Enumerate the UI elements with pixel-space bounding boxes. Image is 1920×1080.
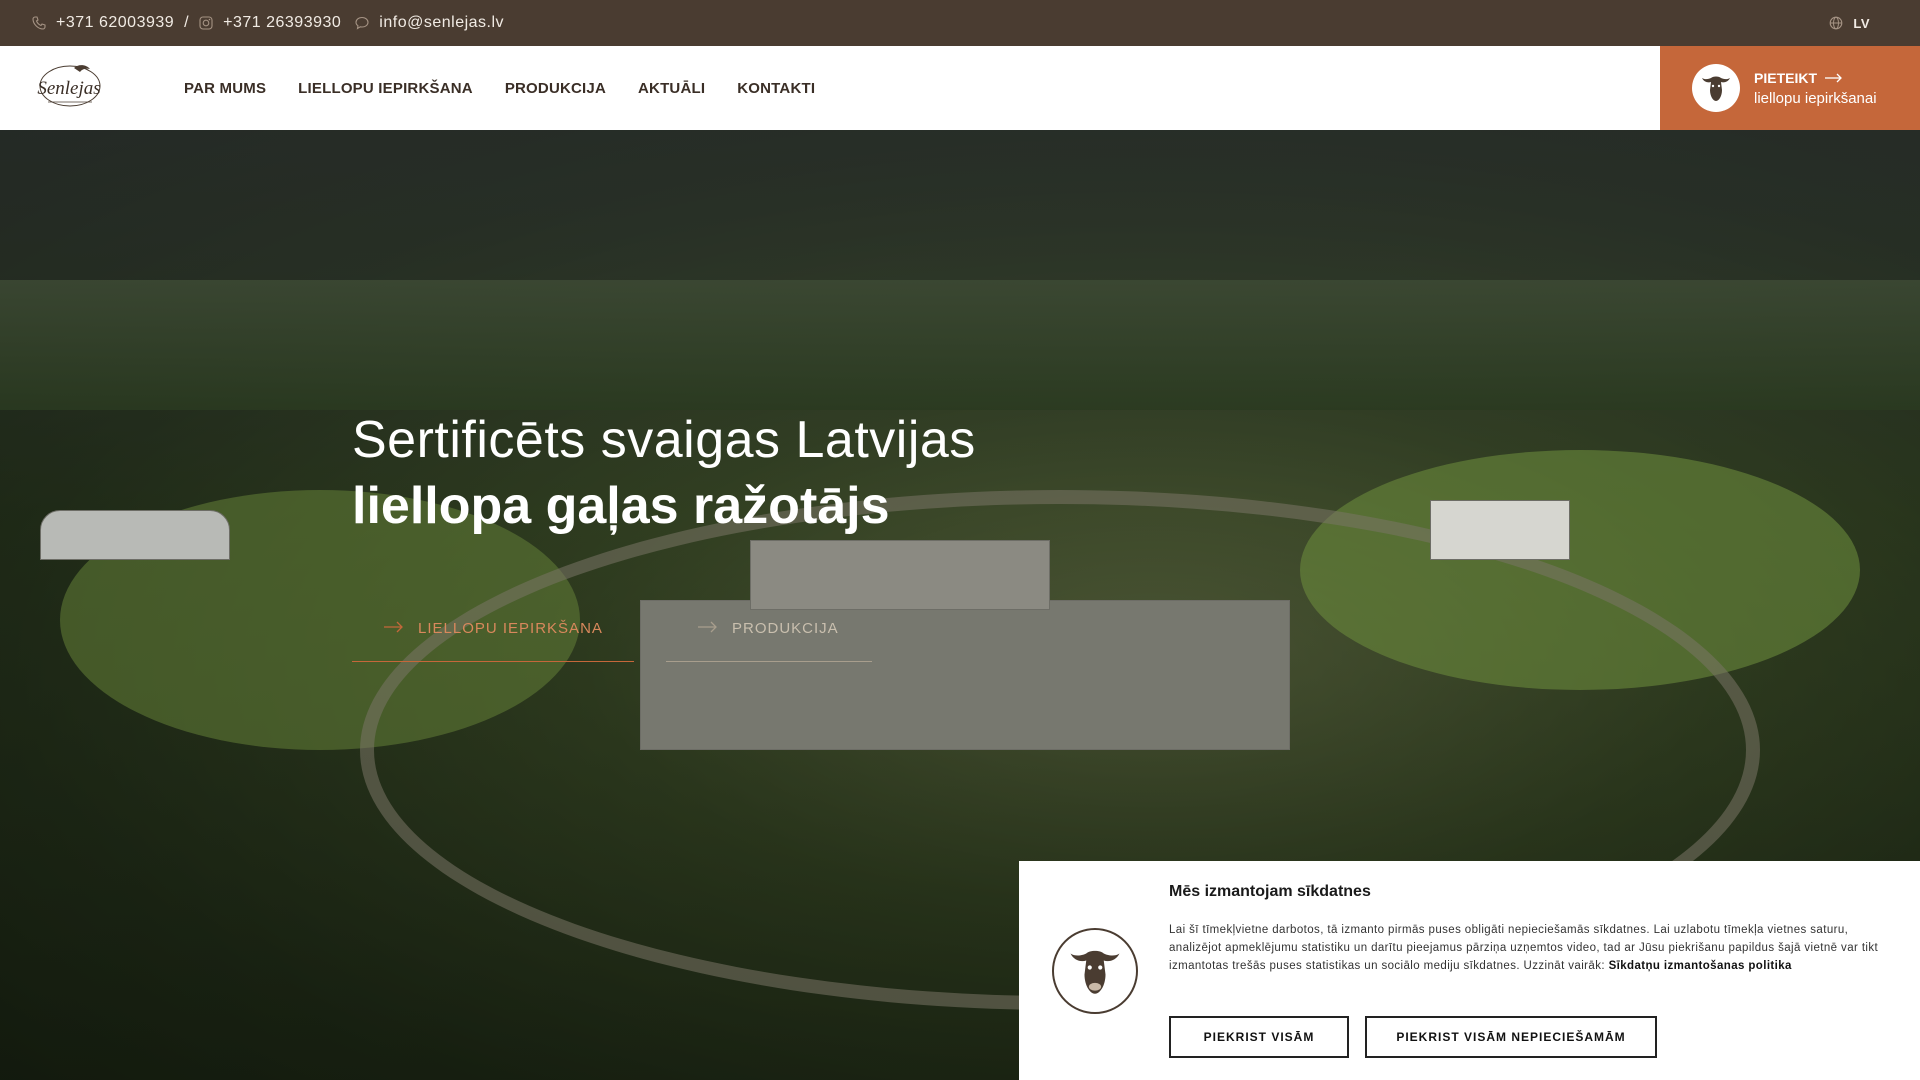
phone-icon: [32, 16, 46, 30]
phone-contact[interactable]: +371 62003939: [32, 14, 174, 32]
hero-link-liellopu-iepirksana[interactable]: LIELLOPU IEPIRKŠANA: [352, 620, 634, 662]
nav-item-liellopu-iepirksana[interactable]: LIELLOPU IEPIRKŠANA: [298, 80, 473, 97]
cta-title-row: PIETEIKT: [1754, 70, 1877, 86]
cookie-banner: Mēs izmantojam sīkdatnes Lai šī tīmekļvi…: [1019, 861, 1920, 1080]
phone-number-1[interactable]: +371 62003939: [56, 14, 174, 32]
email-contact[interactable]: info@senlejas.lv: [355, 14, 504, 32]
hero-headline-line1: Sertificēts svaigas Latvijas: [352, 411, 976, 469]
instagram-icon: [199, 16, 213, 30]
hero-link-1-label: LIELLOPU IEPIRKŠANA: [418, 620, 603, 637]
hero-building-2: [750, 540, 1050, 610]
nav-item-kontakti[interactable]: KONTAKTI: [737, 80, 815, 97]
cta-subtitle: liellopu iepirkšanai: [1754, 89, 1877, 107]
hero-link-2-label: PRODUKCIJA: [732, 620, 839, 637]
arrow-right-icon: [698, 620, 718, 637]
main-nav: PAR MUMS LIELLOPU IEPIRKŠANA PRODUKCIJA …: [184, 80, 815, 97]
hero-headline: Sertificēts svaigas Latvijas liellopa ga…: [352, 410, 976, 536]
chat-icon: [355, 16, 369, 30]
top-contact-bar: +371 62003939 / +371 26393930 info@senle…: [0, 0, 1920, 46]
email-link[interactable]: info@senlejas.lv: [379, 14, 504, 32]
phone-separator: /: [184, 14, 190, 31]
language-switcher[interactable]: LV: [1829, 16, 1870, 31]
globe-icon: [1829, 16, 1843, 30]
arrow-right-icon: [384, 620, 404, 637]
hero-hangar: [40, 510, 230, 560]
arrow-right-icon: [1825, 70, 1843, 86]
bull-logo-icon: [1052, 928, 1138, 1014]
hero-headline-line2: liellopa gaļas ražotājs: [352, 477, 890, 535]
cta-text: PIETEIKT liellopu iepirkšanai: [1754, 70, 1877, 107]
main-header: Senlejas PAR MUMS LIELLOPU IEPIRKŠANA PR…: [0, 46, 1920, 130]
nav-item-produkcija[interactable]: PRODUKCIJA: [505, 80, 606, 97]
instagram-contact[interactable]: +371 26393930: [199, 14, 341, 32]
logo-text: Senlejas: [37, 78, 100, 99]
phone-number-2[interactable]: +371 26393930: [223, 14, 341, 32]
hero-link-produkcija[interactable]: PRODUKCIJA: [666, 620, 872, 662]
cta-title: PIETEIKT: [1754, 69, 1818, 86]
accept-necessary-button[interactable]: PIEKRIST VISĀM NEPIECIEŠAMĀM: [1365, 1016, 1657, 1058]
bull-logo-icon: [1692, 64, 1740, 112]
site-logo[interactable]: Senlejas: [30, 60, 108, 116]
hero-forest-horizon: [0, 280, 1920, 410]
nav-item-aktuali[interactable]: AKTUĀLI: [638, 80, 705, 97]
apply-cta-button[interactable]: PIETEIKT liellopu iepirkšanai: [1660, 46, 1920, 130]
cookie-policy-link[interactable]: Sīkdatņu izmantošanas politika: [1609, 960, 1792, 972]
nav-item-par-mums[interactable]: PAR MUMS: [184, 80, 266, 97]
accept-all-button[interactable]: PIEKRIST VISĀM: [1169, 1016, 1349, 1058]
hero-links: LIELLOPU IEPIRKŠANA PRODUKCIJA: [352, 620, 872, 662]
hero-building-3: [1430, 500, 1570, 560]
cookie-text: Lai šī tīmekļvietne darbotos, tā izmanto…: [1169, 921, 1899, 975]
cookie-title: Mēs izmantojam sīkdatnes: [1169, 883, 1371, 900]
language-label[interactable]: LV: [1853, 16, 1870, 31]
